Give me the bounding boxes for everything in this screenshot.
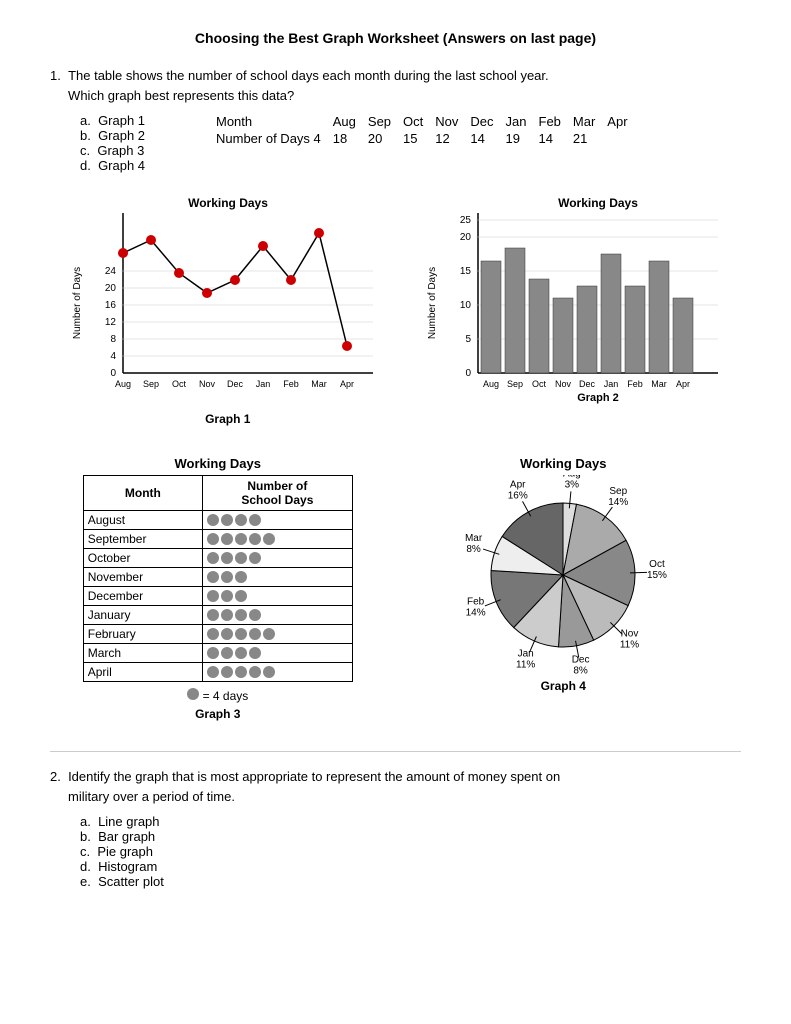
graph3-title: Working Days [175, 456, 261, 471]
svg-text:Mar: Mar [311, 379, 327, 389]
svg-text:8: 8 [110, 334, 116, 345]
q2-option-b: b. Bar graph [80, 829, 741, 844]
question-2: 2. Identify the graph that is most appro… [50, 767, 741, 889]
svg-text:14%: 14% [608, 497, 628, 508]
svg-text:0: 0 [110, 368, 116, 379]
graph-1-svg: Working Days 0 4 8 12 16 [68, 193, 388, 408]
svg-text:Dec: Dec [572, 654, 590, 665]
graph-4-container: Working Days Aug3%Sep14%Oct15%Nov11%Dec8… [418, 456, 708, 693]
svg-text:8%: 8% [467, 544, 482, 555]
svg-text:Nov: Nov [199, 379, 216, 389]
svg-text:Dec: Dec [579, 379, 596, 389]
picto-row-february: February [83, 625, 352, 644]
svg-text:Aug: Aug [483, 379, 499, 389]
svg-text:Nov: Nov [621, 628, 639, 639]
svg-text:Feb: Feb [627, 379, 643, 389]
svg-text:Mar: Mar [652, 379, 668, 389]
q2-option-d: d. Histogram [80, 859, 741, 874]
picto-row-august: August [83, 511, 352, 530]
svg-text:11%: 11% [516, 659, 535, 670]
graph-3-container: Working Days Month Number ofSchool Days … [83, 456, 353, 721]
picto-row-september: September [83, 530, 352, 549]
picto-col1-header: Month [83, 476, 202, 511]
svg-text:Sep: Sep [610, 486, 628, 497]
q1-text: 1. The table shows the number of school … [50, 66, 741, 105]
graph-2-svg: Working Days 0 5 10 15 20 25 Number of D… [423, 193, 723, 408]
svg-text:10: 10 [460, 300, 472, 311]
q2-option-a: a. Line graph [80, 814, 741, 829]
q2-option-c: c. Pie graph [80, 844, 741, 859]
picto-row-march: March [83, 644, 352, 663]
svg-text:Nov: Nov [555, 379, 572, 389]
q1-option-d: d. Graph 4 [80, 158, 180, 173]
picto-row-october: October [83, 549, 352, 568]
svg-text:Jan: Jan [255, 379, 270, 389]
page-title: Choosing the Best Graph Worksheet (Answe… [50, 30, 741, 46]
svg-text:4: 4 [110, 351, 116, 362]
picto-row-november: November [83, 568, 352, 587]
svg-text:Working Days: Working Days [558, 196, 638, 210]
svg-text:Number of Days: Number of Days [427, 267, 438, 339]
svg-text:Feb: Feb [467, 597, 485, 608]
svg-text:3%: 3% [565, 479, 580, 490]
svg-text:20: 20 [460, 232, 472, 243]
graph-1-container: Working Days 0 4 8 12 16 [68, 193, 388, 426]
svg-text:Graph 2: Graph 2 [577, 392, 619, 404]
svg-text:Working Days: Working Days [188, 196, 268, 210]
q2-option-e: e. Scatter plot [80, 874, 741, 889]
q1-option-c: c. Graph 3 [80, 143, 180, 158]
graph-4-label: Graph 4 [541, 679, 586, 693]
q1-option-a: a. Graph 1 [80, 113, 180, 128]
svg-text:Apr: Apr [510, 480, 526, 491]
svg-text:Sep: Sep [507, 379, 523, 389]
svg-text:Feb: Feb [283, 379, 299, 389]
picto-row-april: April [83, 663, 352, 682]
q1-option-b: b. Graph 2 [80, 128, 180, 143]
svg-text:Oct: Oct [649, 559, 665, 570]
q2-text: 2. Identify the graph that is most appro… [50, 767, 741, 806]
graph-3-label: Graph 3 [195, 707, 240, 721]
svg-text:8%: 8% [574, 665, 589, 675]
svg-text:14%: 14% [466, 608, 486, 619]
graph-1-label: Graph 1 [205, 412, 250, 426]
svg-text:Sep: Sep [143, 379, 159, 389]
svg-text:Aug: Aug [115, 379, 131, 389]
picto-row-december: December [83, 587, 352, 606]
q2-options-list: a. Line graph b. Bar graph c. Pie graph … [80, 814, 741, 889]
svg-text:Apr: Apr [676, 379, 690, 389]
svg-text:20: 20 [105, 283, 117, 294]
svg-text:Dec: Dec [227, 379, 244, 389]
svg-text:5: 5 [466, 334, 472, 345]
question-1: 1. The table shows the number of school … [50, 66, 741, 731]
svg-text:Mar: Mar [465, 533, 483, 544]
graph-2-container: Working Days 0 5 10 15 20 25 Number of D… [423, 193, 723, 408]
svg-text:Number of Days: Number of Days [72, 267, 83, 339]
svg-text:Apr: Apr [340, 379, 354, 389]
graph4-title: Working Days [520, 456, 606, 471]
svg-text:25: 25 [460, 215, 472, 226]
svg-text:15: 15 [460, 266, 472, 277]
svg-text:11%: 11% [620, 639, 639, 650]
pictograph-table: Month Number ofSchool Days August Septem… [83, 475, 353, 682]
svg-text:Jan: Jan [518, 648, 534, 659]
svg-text:Oct: Oct [532, 379, 547, 389]
svg-text:16: 16 [105, 300, 117, 311]
svg-text:12: 12 [105, 317, 117, 328]
svg-text:24: 24 [105, 266, 117, 277]
svg-text:0: 0 [466, 368, 472, 379]
svg-text:Oct: Oct [172, 379, 187, 389]
svg-text:Jan: Jan [604, 379, 619, 389]
picto-legend: = 4 days [187, 688, 248, 703]
svg-text:15%: 15% [647, 570, 667, 581]
picto-col2-header: Number ofSchool Days [202, 476, 352, 511]
picto-row-january: January [83, 606, 352, 625]
svg-text:16%: 16% [508, 491, 528, 502]
graph-4-svg: Aug3%Sep14%Oct15%Nov11%Dec8%Jan11%Feb14%… [423, 475, 703, 675]
